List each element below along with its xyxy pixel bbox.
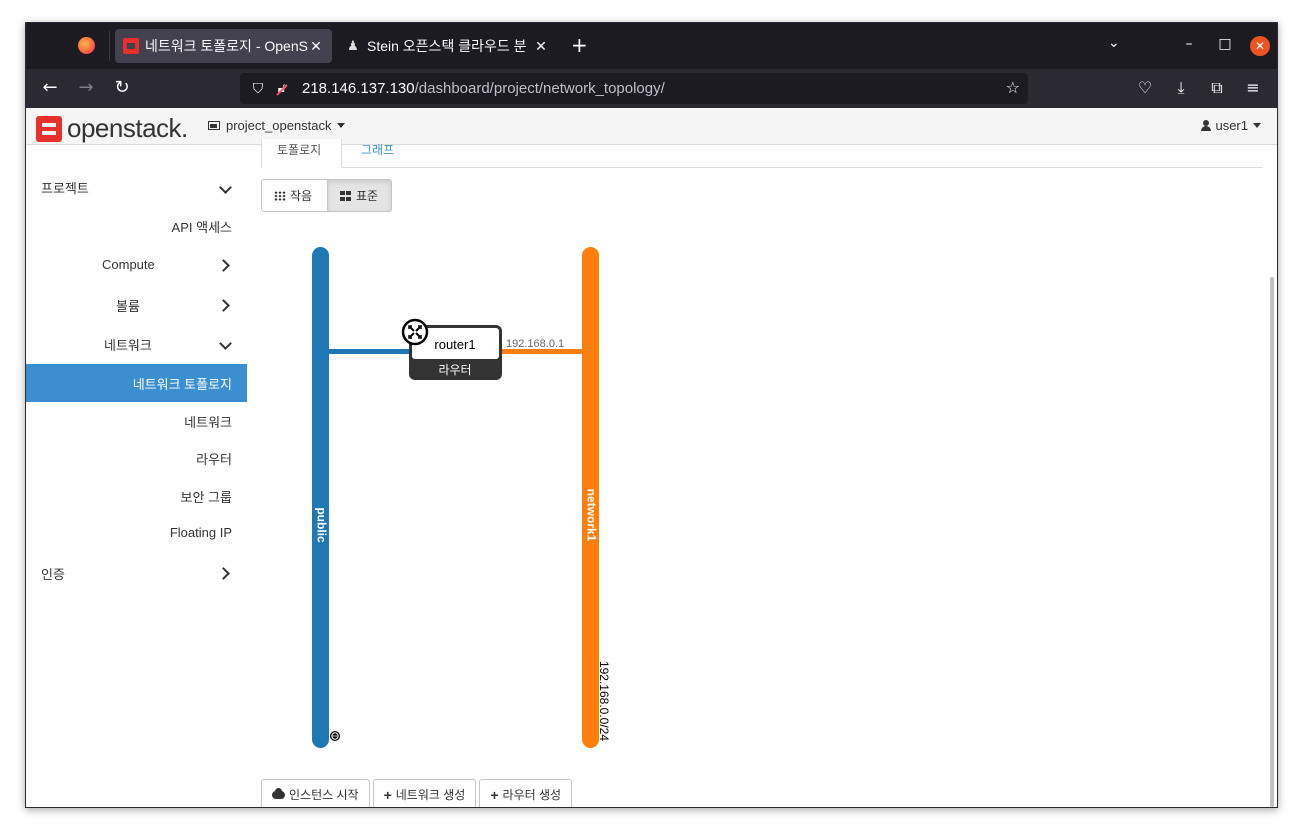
url-path: /dashboard/project/network_topology/ — [414, 80, 665, 97]
close-tab-icon[interactable]: ✕ — [308, 38, 324, 55]
new-tab-icon[interactable]: + — [571, 33, 588, 57]
main-content: 토폴로지 그래프 작음 표준 public network1 192.168.0… — [247, 139, 1277, 807]
maximize-icon[interactable]: □ — [1215, 36, 1235, 52]
create-network-button[interactable]: + 네트워크 생성 — [372, 779, 477, 807]
page-scrollbar[interactable] — [1270, 277, 1274, 807]
network-network1-label: network1 — [584, 489, 598, 542]
sidebar: 프로젝트 API 액세스 Compute 볼륨 네트워크 네트워크 토폴로지 네… — [26, 145, 247, 807]
tab-network-topology[interactable]: 네트워크 토폴로지 - OpenStack ✕ — [115, 29, 332, 63]
create-router-button[interactable]: + 라우터 생성 — [479, 779, 573, 807]
back-icon[interactable]: ← — [38, 77, 62, 98]
chevron-down-icon — [218, 183, 232, 197]
tab-title: 네트워크 토폴로지 - OpenStack — [145, 38, 308, 54]
logo-text: openstack. — [67, 113, 188, 143]
close-window-icon[interactable]: ✕ — [1250, 36, 1270, 56]
chevron-right-icon — [218, 298, 232, 312]
external-network-globe-icon — [330, 731, 340, 741]
user-menu[interactable]: user1 — [1201, 118, 1261, 133]
project-list-icon — [208, 121, 220, 130]
tab-strip: 네트워크 토폴로지 - OpenStack ✕ ♟ Stein 오픈스택 클라우… — [26, 23, 1277, 69]
sidebar-item-label: 라우터 — [196, 452, 232, 467]
sidebar-item-label: 보안 그룹 — [180, 490, 232, 505]
network1-cidr-label: 192.168.0.0/24 — [597, 661, 611, 741]
network-topology-canvas: public network1 192.168.0.0/24 192.168.0… — [312, 247, 611, 748]
pocket-icon[interactable]: ♡ — [1134, 78, 1156, 97]
list-all-tabs-icon[interactable]: ⌄ — [1108, 35, 1120, 51]
router-public-link — [329, 349, 410, 354]
network-public-label: public — [314, 507, 328, 543]
user-name: user1 — [1215, 118, 1248, 133]
minimize-icon[interactable]: – — [1179, 36, 1199, 52]
insecure-lock-icon[interactable]: 🔓︎ — [274, 81, 290, 96]
sidebar-item-label: 네트워크 — [184, 415, 232, 430]
sidebar-item-label: Floating IP — [169, 525, 232, 540]
project-selector[interactable]: project_openstack — [208, 118, 345, 133]
firefox-view-icon[interactable] — [78, 37, 95, 54]
forward-icon[interactable]: → — [74, 77, 98, 98]
cloud-upload-icon — [272, 787, 285, 799]
sidebar-item-label: 인증 — [41, 567, 65, 582]
navigation-toolbar: ← → ↻ ⛉ 🔓︎ 218.146.137.130/dashboard/pro… — [26, 69, 1277, 108]
url-bar[interactable]: ⛉ 🔓︎ 218.146.137.130/dashboard/project/n… — [240, 73, 1028, 104]
chevron-right-icon — [218, 566, 232, 580]
sidebar-item-label: 네트워크 — [104, 338, 152, 353]
tab-title: Stein 오픈스택 클라우드 분 — [367, 38, 527, 54]
openstack-favicon-icon — [123, 38, 139, 54]
network-public-bar[interactable] — [312, 247, 329, 748]
shield-icon[interactable]: ⛉ — [250, 81, 266, 97]
close-tab-icon[interactable]: ✕ — [533, 38, 549, 55]
router-icon — [401, 318, 429, 346]
router-name: router1 — [434, 337, 475, 352]
openstack-header: openstack. project_openstack user1 — [26, 108, 1277, 145]
topology-actions: 인스턴스 시작 + 네트워크 생성 + 라우터 생성 — [261, 779, 575, 807]
downloads-icon[interactable]: ⤓ — [1170, 78, 1192, 98]
user-icon — [1201, 120, 1212, 131]
project-name: project_openstack — [226, 118, 332, 133]
sidebar-item-label: Compute — [102, 257, 155, 272]
chevron-down-icon — [218, 339, 232, 353]
plus-icon: + — [490, 786, 499, 803]
stein-favicon-icon: ♟ — [347, 38, 359, 53]
extensions-icon[interactable]: ⧉ — [1206, 78, 1228, 98]
openstack-logo-icon — [36, 115, 62, 142]
caret-down-icon — [336, 123, 345, 128]
tab-stein-openstack[interactable]: ♟ Stein 오픈스택 클라우드 분 ✕ — [337, 29, 557, 63]
openstack-logo[interactable]: openstack. — [36, 113, 188, 144]
button-label: 라우터 생성 — [502, 788, 562, 802]
button-label: 네트워크 생성 — [395, 788, 466, 802]
chevron-right-icon — [218, 258, 232, 272]
sidebar-item-label: 네트워크 토폴로지 — [132, 377, 232, 392]
browser-window: 네트워크 토폴로지 - OpenStack ✕ ♟ Stein 오픈스택 클라우… — [25, 22, 1278, 808]
button-label: 인스턴스 시작 — [289, 788, 359, 802]
bookmark-star-icon[interactable]: ☆ — [1006, 78, 1020, 97]
router-port-ip-label: 192.168.0.1 — [506, 338, 564, 350]
tab-separator — [109, 31, 110, 61]
sidebar-item-label: 볼륨 — [116, 299, 140, 314]
launch-instance-button[interactable]: 인스턴스 시작 — [261, 779, 370, 807]
router-type-label: 라우터 — [438, 363, 471, 377]
caret-down-icon — [1253, 123, 1261, 128]
plus-icon: + — [383, 786, 392, 803]
url-host: 218.146.137.130 — [302, 80, 415, 97]
url-text[interactable]: 218.146.137.130/dashboard/project/networ… — [302, 80, 665, 97]
reload-icon[interactable]: ↻ — [110, 77, 134, 98]
sidebar-item-label: API 액세스 — [171, 220, 232, 235]
sidebar-item-label: 프로젝트 — [41, 181, 89, 196]
menu-icon[interactable]: ≡ — [1242, 78, 1264, 97]
